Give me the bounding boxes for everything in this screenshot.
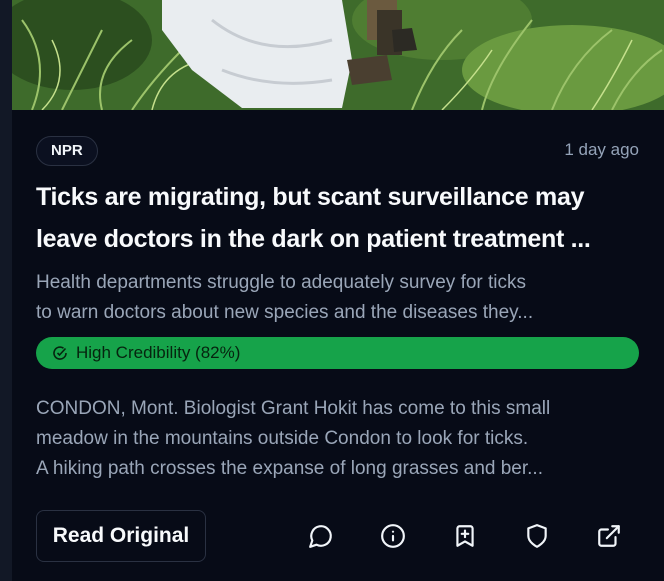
article-body-line: meadow in the mountains outside Condon t…: [36, 428, 529, 449]
left-edge-strip: [0, 0, 12, 581]
article-title-line: leave doctors in the dark on patient tre…: [36, 225, 591, 253]
external-link-icon: [598, 525, 620, 547]
credibility-badge: High Credibility (82%): [36, 337, 639, 369]
article-meta: NPR 1 day ago: [36, 136, 639, 166]
comment-icon: [309, 525, 332, 548]
article-summary: Health departments struggle to adequatel…: [36, 268, 646, 328]
info-icon: [381, 524, 405, 548]
credibility-shield-button[interactable]: [524, 523, 550, 549]
check-circle-icon: [52, 345, 68, 361]
info-button[interactable]: [380, 523, 406, 549]
credibility-label: High Credibility (82%): [76, 343, 241, 362]
article-body: CONDON, Mont. Biologist Grant Hokit has …: [36, 394, 651, 484]
article-body-line: CONDON, Mont. Biologist Grant Hokit has …: [36, 398, 551, 419]
bookmark-add-icon: [456, 525, 474, 547]
shield-icon: [527, 524, 547, 548]
article-summary-line: to warn doctors about new species and th…: [36, 302, 534, 323]
article-image: [12, 0, 664, 110]
article-title[interactable]: Ticks are migrating, but scant surveilla…: [36, 176, 646, 260]
article-card: NPR 1 day ago Ticks are migrating, but s…: [12, 0, 664, 581]
comment-button[interactable]: [308, 523, 334, 549]
timestamp: 1 day ago: [564, 140, 639, 159]
article-summary-line: Health departments struggle to adequatel…: [36, 272, 527, 293]
bookmark-button[interactable]: [452, 523, 478, 549]
article-body-line: A hiking path crosses the expanse of lon…: [36, 458, 543, 479]
article-title-line: Ticks are migrating, but scant surveilla…: [36, 183, 585, 211]
source-badge[interactable]: NPR: [36, 136, 98, 166]
read-original-button[interactable]: Read Original: [36, 510, 206, 562]
open-external-button[interactable]: [596, 523, 622, 549]
